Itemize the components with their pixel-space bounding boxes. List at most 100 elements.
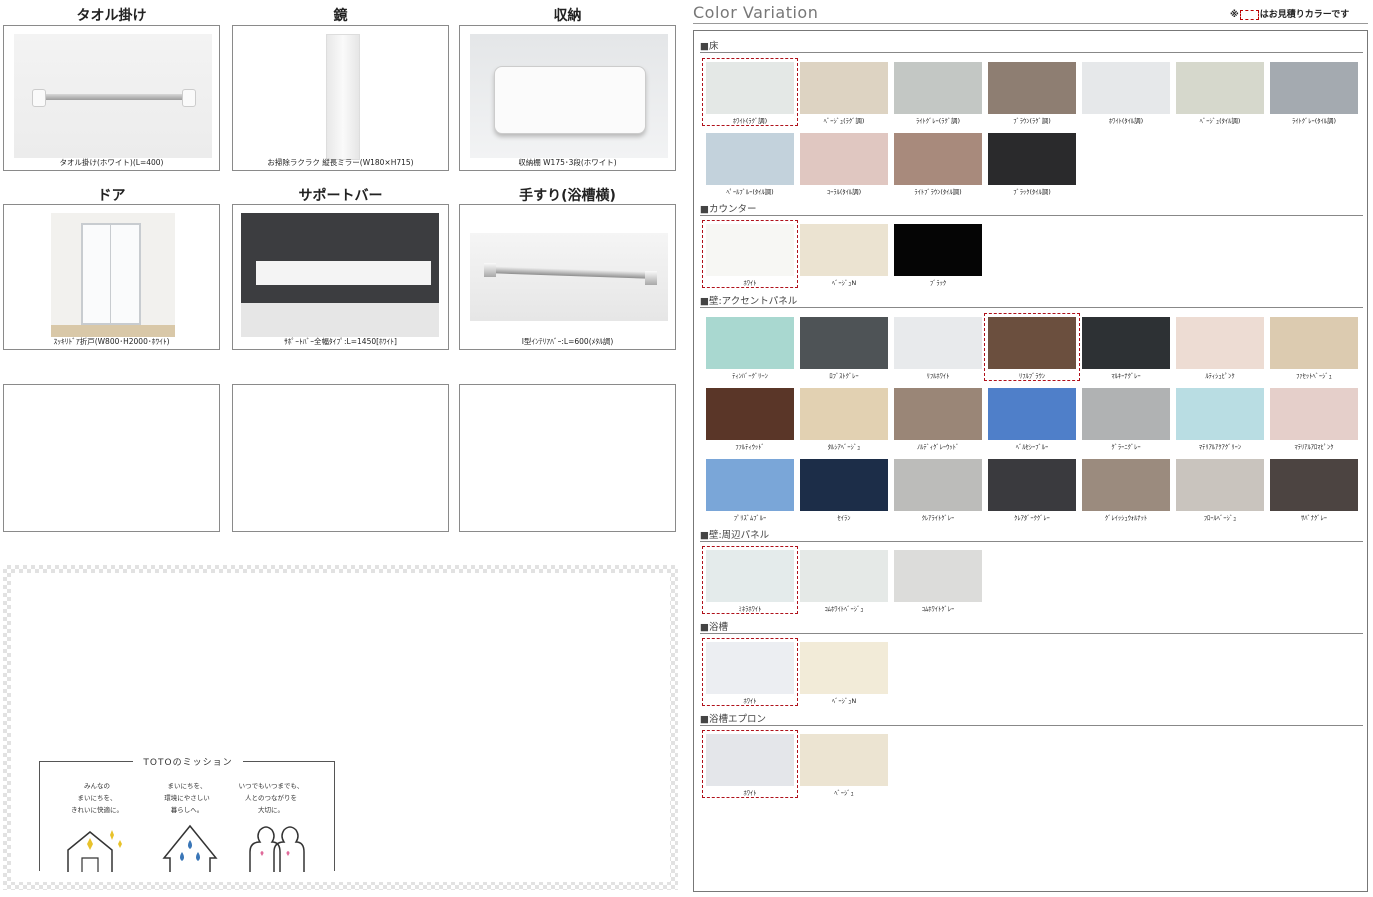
color-swatch[interactable] xyxy=(800,459,888,511)
color-swatch-label: ﾙﾃｨｼｭﾋﾟﾝｸ xyxy=(1205,372,1235,380)
door-caption: ｽｯｷﾘﾄﾞｱ折戸(W800･H2000･ﾎﾜｲﾄ) xyxy=(53,337,170,346)
color-swatch[interactable] xyxy=(988,62,1076,114)
estimate-color-note: ※ はお見積りカラーです xyxy=(1230,9,1350,20)
color-swatch-label: ﾍﾞｰｼﾞｭ(ﾗｸﾞ調) xyxy=(823,117,865,125)
section-divider xyxy=(700,52,1363,53)
color-swatch-label: ﾀﾙｼｱﾍﾞｰｼﾞｭ xyxy=(827,443,861,451)
color-swatch[interactable] xyxy=(800,642,888,694)
color-swatch-label: ﾌﾞﾗｳﾝ(ﾗｸﾞ調) xyxy=(1013,117,1051,125)
handrail-card: I型ｲﾝﾃﾘｱﾊﾞｰ:L=600(ﾒﾀﾙ調) xyxy=(459,204,676,350)
section-divider xyxy=(700,541,1363,542)
color-swatch[interactable] xyxy=(894,550,982,602)
estimate-color-marker xyxy=(984,313,1080,381)
color-swatch-label: ﾌﾟﾘｽﾞﾑﾌﾞﾙｰ xyxy=(733,514,767,522)
mission-title: TOTOのミッション xyxy=(133,755,243,768)
color-swatch[interactable] xyxy=(800,133,888,185)
mission-text-2: まいにちを、 環境にやさしい 暮らしへ。 xyxy=(164,782,210,814)
color-swatch-label: ｸﾚｱﾀﾞｰｸｸﾞﾚｰ xyxy=(1014,514,1050,522)
color-swatch[interactable] xyxy=(800,224,888,276)
support-bar-image xyxy=(241,213,439,337)
color-swatch[interactable] xyxy=(894,224,982,276)
color-swatch-label: ﾍﾞｰｼﾞｭN xyxy=(831,279,857,287)
color-swatch[interactable] xyxy=(800,550,888,602)
color-swatch[interactable] xyxy=(706,133,794,185)
color-variation-title: Color Variation xyxy=(693,3,819,22)
color-swatch-label: ﾗｲﾄｸﾞﾚｰ(ﾀｲﾙ調) xyxy=(1291,117,1337,125)
empty-card-2 xyxy=(232,384,449,532)
color-swatch-label: ﾏﾃﾘｱﾙｱｸｱｸﾞﾘｰﾝ xyxy=(1198,443,1242,451)
towel-rack-title: タオル掛け xyxy=(76,8,147,24)
storage-title: 収納 xyxy=(553,8,582,24)
color-swatch-label: ﾗｲﾄﾌﾞﾗｳﾝ(ﾀｲﾙ調) xyxy=(914,188,962,196)
support-bar-caption: ｻﾎﾟｰﾄﾊﾞｰ全幅ﾀｲﾌﾟ:L=1450[ﾎﾜｲﾄ] xyxy=(284,337,397,346)
color-swatch[interactable] xyxy=(706,388,794,440)
door-image xyxy=(51,213,175,337)
color-swatch[interactable] xyxy=(706,317,794,369)
color-swatch-label: ｸﾚｱﾗｲﾄｸﾞﾚｰ xyxy=(921,514,955,522)
title-underline xyxy=(693,23,1368,24)
section-heading: ■カウンター xyxy=(700,204,757,215)
mission-text-1: みんなの まいにちを、 きれいに快適に。 xyxy=(71,782,123,814)
dashed-box-icon xyxy=(1239,9,1259,20)
empty-card-3 xyxy=(459,384,676,532)
color-swatch[interactable] xyxy=(894,133,982,185)
mirror-image xyxy=(326,34,360,160)
color-swatch[interactable] xyxy=(800,317,888,369)
color-swatch-label: ﾍﾞｰｼﾞｭN xyxy=(831,697,857,705)
estimate-color-marker xyxy=(702,730,798,798)
color-swatch-label: ﾍﾞｰｼﾞｭ xyxy=(834,789,854,797)
color-swatch[interactable] xyxy=(1270,62,1358,114)
towel-rack-image xyxy=(14,34,212,158)
color-swatch[interactable] xyxy=(894,388,982,440)
section-heading: ■壁:アクセントパネル xyxy=(700,296,798,307)
storage-image xyxy=(470,34,668,158)
color-swatch-label: ﾃｨﾝﾊﾞｰｸﾞﾘｰﾝ xyxy=(732,372,768,380)
color-swatch-label: ﾌﾞﾗｯｸ(ﾀｲﾙ調) xyxy=(1013,188,1051,196)
color-swatch[interactable] xyxy=(1176,388,1264,440)
color-swatch[interactable] xyxy=(1082,388,1170,440)
handrail-caption: I型ｲﾝﾃﾘｱﾊﾞｰ:L=600(ﾒﾀﾙ調) xyxy=(521,337,614,346)
color-swatch-label: ﾗｲﾄｸﾞﾚｰ(ﾗｸﾞ調) xyxy=(915,117,961,125)
color-swatch-label: ｺｰﾗﾙ(ﾀｲﾙ調) xyxy=(826,188,862,196)
color-swatch[interactable] xyxy=(988,459,1076,511)
color-swatch-label: ﾍﾟｰﾙﾌﾞﾙｰ(ﾀｲﾙ調) xyxy=(726,188,774,196)
section-heading: ■浴槽エプロン xyxy=(700,714,766,725)
color-swatch[interactable] xyxy=(800,62,888,114)
estimate-color-marker xyxy=(702,58,798,126)
color-swatch[interactable] xyxy=(894,62,982,114)
section-divider xyxy=(700,307,1363,308)
color-swatch-label: ﾌｧﾙﾃｨｳｯﾄﾞ xyxy=(735,443,765,451)
mirror-title: 鏡 xyxy=(333,8,348,24)
section-heading: ■浴槽 xyxy=(700,622,728,633)
people-heart-icon xyxy=(249,826,305,872)
color-swatch[interactable] xyxy=(1082,62,1170,114)
color-swatch[interactable] xyxy=(894,317,982,369)
color-swatch-label: ﾏﾃﾘｱﾙｱﾛﾏﾋﾟﾝｸ xyxy=(1294,443,1334,451)
color-swatch[interactable] xyxy=(1176,459,1264,511)
color-swatch[interactable] xyxy=(1270,388,1358,440)
color-swatch-label: ﾍﾞｰｼﾞｭ(ﾀｲﾙ調) xyxy=(1199,117,1241,125)
handrail-image xyxy=(470,233,668,321)
color-swatch[interactable] xyxy=(1176,317,1264,369)
color-swatch[interactable] xyxy=(1270,459,1358,511)
color-swatch-label: ﾍﾞﾙｾｼｰﾌﾞﾙｰ xyxy=(1015,443,1049,451)
color-swatch[interactable] xyxy=(894,459,982,511)
color-swatch-label: ｸﾞﾚｲｯｼｭｳｫﾙﾅｯﾄ xyxy=(1104,514,1148,522)
color-swatch[interactable] xyxy=(988,388,1076,440)
towel-rack-card: タオル掛け(ホワイト)(L=400) xyxy=(3,25,220,171)
color-swatch[interactable] xyxy=(1270,317,1358,369)
color-swatch[interactable] xyxy=(706,459,794,511)
color-swatch-label: ｻﾊﾞﾅｸﾞﾚｰ xyxy=(1301,514,1327,522)
color-swatch[interactable] xyxy=(1082,317,1170,369)
color-swatch-label: ﾌﾞﾗｯｸ xyxy=(929,279,947,287)
section-heading: ■壁:周辺パネル xyxy=(700,530,770,541)
color-swatch[interactable] xyxy=(988,133,1076,185)
color-swatch-label: ﾌｧｾｯﾄﾍﾞｰｼﾞｭ xyxy=(1296,372,1332,380)
color-swatch[interactable] xyxy=(1082,459,1170,511)
color-swatch[interactable] xyxy=(1176,62,1264,114)
color-swatch-label: ﾌﾛｰﾙﾍﾞｰｼﾞｭ xyxy=(1203,514,1237,522)
color-swatch[interactable] xyxy=(800,388,888,440)
color-swatch[interactable] xyxy=(800,734,888,786)
mission-text-3: いつでもいつまでも、 人とのつながりを 大切に。 xyxy=(238,782,304,814)
house-sparkle-icon xyxy=(67,830,122,872)
